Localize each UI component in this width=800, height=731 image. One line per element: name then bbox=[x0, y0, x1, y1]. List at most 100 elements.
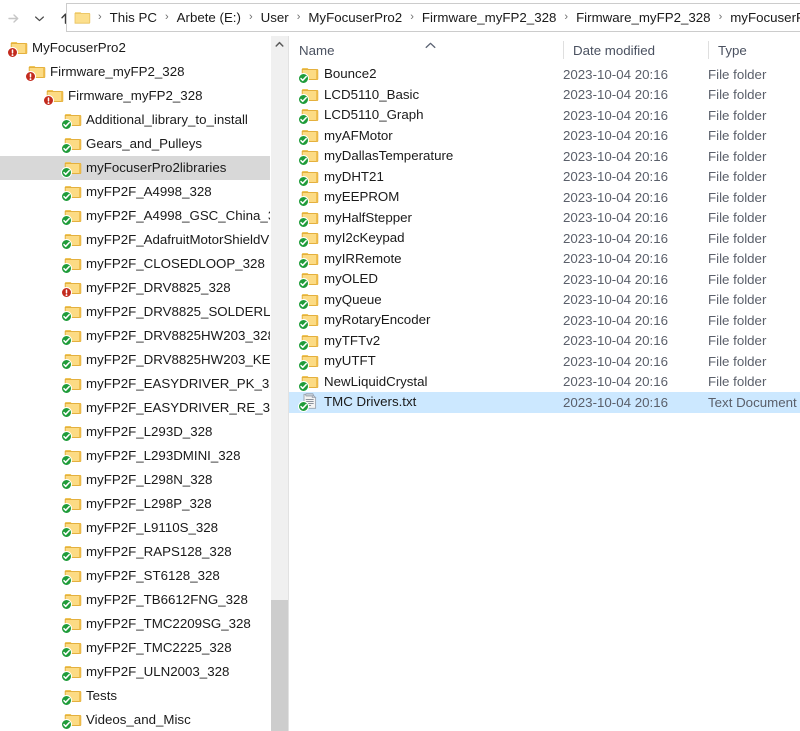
sidebar-item-videos-and-misc[interactable]: Videos_and_Misc bbox=[0, 708, 270, 731]
table-row[interactable]: TMC Drivers.txt 2023-10-04 20:16 Text Docu… bbox=[289, 392, 800, 413]
navigation-pane[interactable]: MyFocuserPro2 Firmware_myFP2_328 Firmware_… bbox=[0, 36, 270, 731]
scroll-up-button[interactable] bbox=[271, 36, 288, 53]
file-name-cell[interactable]: myHalfStepper bbox=[298, 208, 412, 229]
sidebar-item-myfp2f-l293d-328[interactable]: myFP2F_L293D_328 bbox=[0, 420, 270, 444]
sidebar-item-myfp2f-easydriver-re-328[interactable]: myFP2F_EASYDRIVER_RE_328 bbox=[0, 396, 270, 420]
breadcrumb-item-4[interactable]: Firmware_myFP2_328 bbox=[420, 4, 559, 31]
file-name-cell[interactable]: myOLED bbox=[298, 269, 378, 290]
sidebar-item-label: myFP2F_AdafruitMotorShieldV2_328 bbox=[86, 232, 270, 247]
sidebar-item-myfocuserpro2[interactable]: MyFocuserPro2 bbox=[0, 36, 270, 60]
sidebar-item-myfp2f-a4998-gsc-china-328[interactable]: myFP2F_A4998_GSC_China_328 bbox=[0, 204, 270, 228]
sidebar-item-myfp2f-closedloop-328[interactable]: myFP2F_CLOSEDLOOP_328 bbox=[0, 252, 270, 276]
file-name-cell[interactable]: myAFMotor bbox=[298, 126, 393, 147]
sidebar-item-myfp2f-l298n-328[interactable]: myFP2F_L298N_328 bbox=[0, 468, 270, 492]
file-name-cell[interactable]: myI2cKeypad bbox=[298, 228, 405, 249]
sidebar-item-myfp2f-drv8825-solderless-328[interactable]: myFP2F_DRV8825_SOLDERLESS_328 bbox=[0, 300, 270, 324]
column-header-row: Name Date modified Type bbox=[289, 36, 800, 64]
file-type-cell: File folder bbox=[708, 230, 767, 246]
file-name-cell[interactable]: Bounce2 bbox=[298, 64, 377, 85]
breadcrumb-separator: › bbox=[718, 11, 723, 23]
sync-ok-badge-icon bbox=[61, 623, 72, 634]
breadcrumb[interactable]: › This PC › Arbete (E:) › User › MyFocuserPro2 ›… bbox=[66, 3, 800, 32]
breadcrumb-item-0[interactable]: This PC bbox=[108, 4, 159, 31]
table-row[interactable]: myHalfStepper 2023-10-04 20:16 File folder bbox=[289, 208, 800, 229]
breadcrumb-item-5[interactable]: Firmware_myFP2_328 bbox=[574, 4, 713, 31]
file-name-cell[interactable]: NewLiquidCrystal bbox=[298, 372, 427, 393]
sidebar-item-myfp2f-a4998-328[interactable]: myFP2F_A4998_328 bbox=[0, 180, 270, 204]
file-name-cell[interactable]: myUTFT bbox=[298, 351, 376, 372]
sidebar-item-myfp2f-drv8825-328[interactable]: myFP2F_DRV8825_328 bbox=[0, 276, 270, 300]
sidebar-item-additional-library-to-install[interactable]: Additional_library_to_install bbox=[0, 108, 270, 132]
file-name-cell[interactable]: myDallasTemperature bbox=[298, 146, 453, 167]
breadcrumb-item-6[interactable]: myFocuserPro2libraries bbox=[728, 4, 800, 31]
table-row[interactable]: LCD5110_Basic 2023-10-04 20:16 File folder bbox=[289, 85, 800, 106]
chevron-up-icon bbox=[275, 41, 284, 47]
table-row[interactable]: myTFTv2 2023-10-04 20:16 File folder bbox=[289, 331, 800, 352]
sync-ok-badge-icon bbox=[61, 695, 72, 706]
table-row[interactable]: NewLiquidCrystal 2023-10-04 20:16 File fol… bbox=[289, 372, 800, 393]
sidebar-item-firmware-myfp2-328[interactable]: Firmware_myFP2_328 bbox=[0, 60, 270, 84]
sidebar-item-myfp2f-easydriver-pk-328[interactable]: myFP2F_EASYDRIVER_PK_328 bbox=[0, 372, 270, 396]
file-name-cell[interactable]: myQueue bbox=[298, 290, 382, 311]
table-row[interactable]: myRotaryEncoder 2023-10-04 20:16 File fold… bbox=[289, 310, 800, 331]
sync-ok-badge-icon bbox=[61, 455, 72, 466]
table-row[interactable]: myOLED 2023-10-04 20:16 File folder bbox=[289, 269, 800, 290]
sidebar-item-label: MyFocuserPro2 bbox=[32, 40, 126, 55]
sidebar-item-myfp2f-tmc2209sg-328[interactable]: myFP2F_TMC2209SG_328 bbox=[0, 612, 270, 636]
table-row[interactable]: myI2cKeypad 2023-10-04 20:16 File folder bbox=[289, 228, 800, 249]
breadcrumb-item-3[interactable]: MyFocuserPro2 bbox=[306, 4, 404, 31]
table-row[interactable]: LCD5110_Graph 2023-10-04 20:16 File folder bbox=[289, 105, 800, 126]
sidebar-item-myfp2f-adafruitmotorshieldv2-328[interactable]: myFP2F_AdafruitMotorShieldV2_328 bbox=[0, 228, 270, 252]
sync-ok-badge-icon bbox=[61, 167, 72, 178]
file-name-cell[interactable]: myRotaryEncoder bbox=[298, 310, 430, 331]
column-header-date-modified[interactable]: Date modified bbox=[563, 36, 708, 64]
file-rows-container[interactable]: Bounce2 2023-10-04 20:16 File folder LCD511… bbox=[289, 64, 800, 413]
folder-icon bbox=[298, 311, 319, 331]
file-name-cell[interactable]: myIRRemote bbox=[298, 249, 402, 270]
navigation-pane-scrollbar[interactable] bbox=[271, 36, 288, 731]
sidebar-item-myfp2f-l9110s-328[interactable]: myFP2F_L9110S_328 bbox=[0, 516, 270, 540]
table-row[interactable]: myQueue 2023-10-04 20:16 File folder bbox=[289, 290, 800, 311]
breadcrumb-item-1[interactable]: Arbete (E:) bbox=[175, 4, 243, 31]
file-list-pane[interactable]: Name Date modified Type Bounce2 2023-10-0… bbox=[289, 36, 800, 731]
sync-alert-badge-icon bbox=[43, 95, 54, 106]
sidebar-item-myfocuserpro2libraries[interactable]: myFocuserPro2libraries bbox=[0, 156, 270, 180]
file-name-cell[interactable]: LCD5110_Basic bbox=[298, 85, 419, 106]
column-header-name-label: Name bbox=[299, 42, 335, 58]
sidebar-item-myfp2f-uln2003-328[interactable]: myFP2F_ULN2003_328 bbox=[0, 660, 270, 684]
sidebar-item-firmware-myfp2-328[interactable]: Firmware_myFP2_328 bbox=[0, 84, 270, 108]
sidebar-item-myfp2f-l293dmini-328[interactable]: myFP2F_L293DMINI_328 bbox=[0, 444, 270, 468]
table-row[interactable]: myEEPROM 2023-10-04 20:16 File folder bbox=[289, 187, 800, 208]
file-name-cell[interactable]: myDHT21 bbox=[298, 167, 384, 188]
table-row[interactable]: myAFMotor 2023-10-04 20:16 File folder bbox=[289, 126, 800, 147]
file-name-cell[interactable]: TMC Drivers.txt bbox=[298, 392, 416, 413]
table-row[interactable]: Bounce2 2023-10-04 20:16 File folder bbox=[289, 64, 800, 85]
sidebar-item-myfp2f-drv8825hw203-keypad-328[interactable]: myFP2F_DRV8825HW203_KEYPAD_328 bbox=[0, 348, 270, 372]
sidebar-item-label: myFP2F_TMC2225_328 bbox=[86, 640, 232, 655]
file-name-cell[interactable]: myTFTv2 bbox=[298, 331, 380, 352]
table-row[interactable]: myDallasTemperature 2023-10-04 20:16 File … bbox=[289, 146, 800, 167]
sidebar-item-tests[interactable]: Tests bbox=[0, 684, 270, 708]
table-row[interactable]: myIRRemote 2023-10-04 20:16 File folder bbox=[289, 249, 800, 270]
file-name-label: myUTFT bbox=[324, 353, 376, 369]
folder-icon bbox=[298, 86, 319, 105]
file-name-cell[interactable]: LCD5110_Graph bbox=[298, 105, 424, 126]
sidebar-item-myfp2f-drv8825hw203-328[interactable]: myFP2F_DRV8825HW203_328 bbox=[0, 324, 270, 348]
table-row[interactable]: myDHT21 2023-10-04 20:16 File folder bbox=[289, 167, 800, 188]
sidebar-item-myfp2f-raps128-328[interactable]: myFP2F_RAPS128_328 bbox=[0, 540, 270, 564]
column-header-type[interactable]: Type bbox=[708, 36, 800, 64]
folder-icon bbox=[61, 591, 82, 610]
sync-ok-badge-icon bbox=[298, 319, 309, 331]
sidebar-item-myfp2f-tmc2225-328[interactable]: myFP2F_TMC2225_328 bbox=[0, 636, 270, 660]
file-name-cell[interactable]: myEEPROM bbox=[298, 187, 399, 208]
sidebar-item-myfp2f-l298p-328[interactable]: myFP2F_L298P_328 bbox=[0, 492, 270, 516]
table-row[interactable]: myUTFT 2023-10-04 20:16 File folder bbox=[289, 351, 800, 372]
sidebar-item-myfp2f-st6128-328[interactable]: myFP2F_ST6128_328 bbox=[0, 564, 270, 588]
recent-locations-button[interactable] bbox=[26, 3, 52, 33]
forward-button[interactable] bbox=[0, 3, 26, 33]
sidebar-item-myfp2f-tb6612fng-328[interactable]: myFP2F_TB6612FNG_328 bbox=[0, 588, 270, 612]
sidebar-item-gears-and-pulleys[interactable]: Gears_and_Pulleys bbox=[0, 132, 270, 156]
folder-icon[interactable] bbox=[74, 10, 91, 25]
breadcrumb-item-2[interactable]: User bbox=[259, 4, 291, 31]
scrollbar-thumb[interactable] bbox=[271, 600, 288, 731]
